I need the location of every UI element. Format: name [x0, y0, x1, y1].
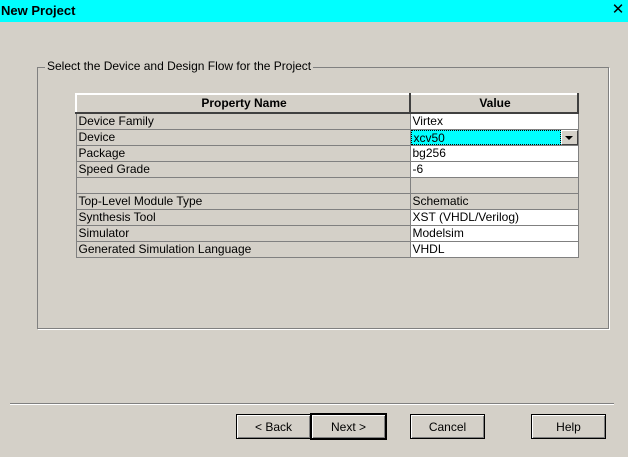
cancel-button[interactable]: Cancel	[410, 414, 485, 439]
table-row[interactable]: Device Family Virtex	[75, 112, 579, 130]
back-button[interactable]: < Back	[236, 414, 311, 439]
table-row[interactable]: Simulator Modelsim	[75, 225, 579, 242]
property-value[interactable]: XST (VHDL/Verilog)	[409, 209, 579, 226]
property-table: Property Name Value Device Family Virtex…	[75, 93, 579, 258]
button-divider	[10, 403, 614, 405]
groupbox-legend: Select the Device and Design Flow for th…	[45, 59, 314, 73]
table-row[interactable]: Synthesis Tool XST (VHDL/Verilog)	[75, 209, 579, 226]
property-name: Simulator	[75, 225, 411, 242]
table-row[interactable]: Speed Grade -6	[75, 161, 579, 178]
window-title: New Project	[1, 3, 76, 18]
device-dropdown[interactable]: xcv50	[409, 129, 579, 146]
table-header-row: Property Name Value	[75, 93, 579, 114]
property-value[interactable]: Virtex	[409, 112, 579, 130]
column-header-value[interactable]: Value	[409, 93, 579, 114]
property-value[interactable]: VHDL	[409, 241, 579, 258]
device-dropdown-value[interactable]: xcv50	[411, 130, 561, 145]
separator-cell	[409, 177, 579, 194]
next-button[interactable]: Next >	[310, 413, 387, 440]
property-value[interactable]: Modelsim	[409, 225, 579, 242]
chevron-down-icon[interactable]	[560, 130, 577, 145]
property-name: Device	[75, 129, 411, 146]
property-value[interactable]: -6	[409, 161, 579, 178]
column-header-property-name[interactable]: Property Name	[75, 93, 411, 114]
property-value: Schematic	[409, 193, 579, 210]
table-row[interactable]: Device xcv50	[75, 129, 579, 146]
property-name: Speed Grade	[75, 161, 411, 178]
help-button[interactable]: Help	[531, 414, 606, 439]
property-name: Top-Level Module Type	[75, 193, 411, 210]
table-separator-row	[75, 177, 579, 194]
separator-cell	[75, 177, 411, 194]
table-row[interactable]: Top-Level Module Type Schematic	[75, 193, 579, 210]
table-row[interactable]: Package bg256	[75, 145, 579, 162]
property-name: Package	[75, 145, 411, 162]
table-row[interactable]: Generated Simulation Language VHDL	[75, 241, 579, 258]
property-name: Synthesis Tool	[75, 209, 411, 226]
title-bar: New Project ✕	[0, 0, 628, 22]
property-name: Generated Simulation Language	[75, 241, 411, 258]
close-icon[interactable]: ✕	[610, 2, 626, 18]
property-value[interactable]: bg256	[409, 145, 579, 162]
property-name: Device Family	[75, 112, 411, 130]
